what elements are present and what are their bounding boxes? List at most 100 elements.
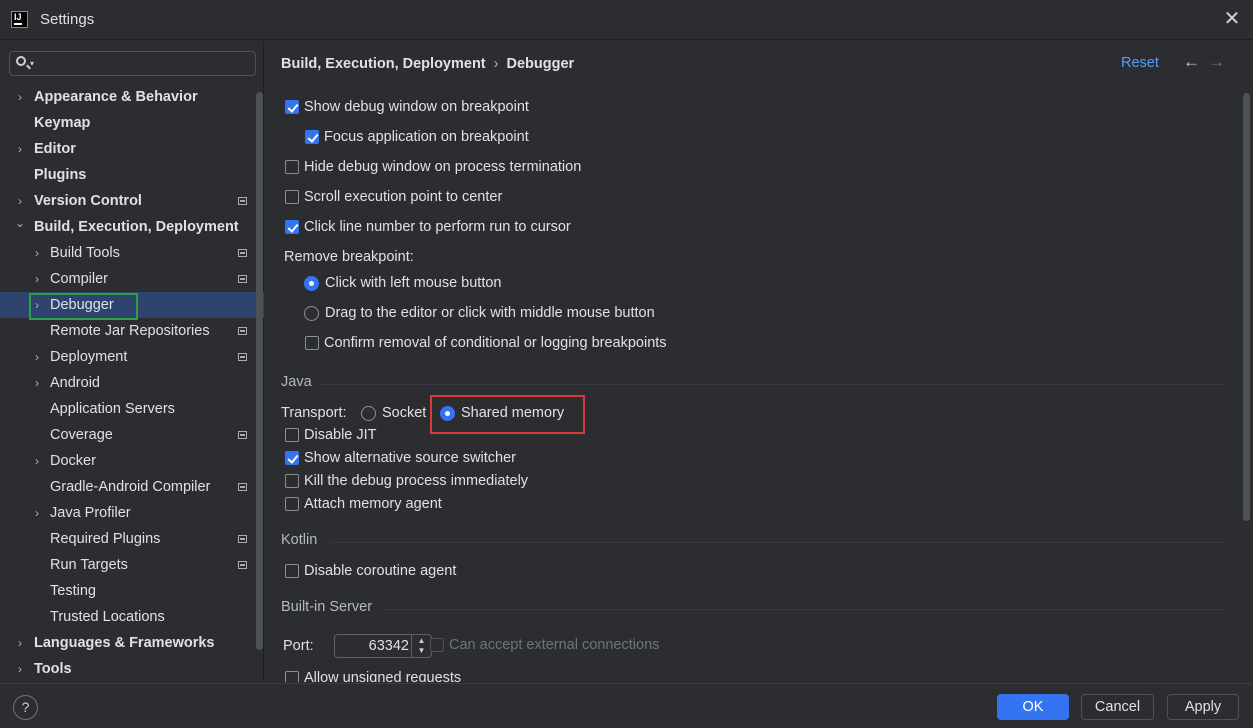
radio-unselected-icon[interactable] [304, 306, 319, 321]
checkbox-unchecked-icon[interactable] [285, 428, 299, 442]
section-divider [321, 384, 1223, 385]
sidebar-item-testing[interactable]: Testing [0, 578, 264, 604]
checkbox-unchecked-icon[interactable] [285, 160, 299, 174]
focus-application-label: Focus application on breakpoint [324, 129, 529, 145]
sidebar-item-java-profiler[interactable]: › Java Profiler [0, 500, 264, 526]
apply-button[interactable]: Apply [1167, 694, 1239, 720]
chevron-right-icon[interactable]: › [31, 344, 43, 370]
checkbox-unchecked-icon[interactable] [305, 336, 319, 350]
checkbox-checked-icon[interactable] [285, 100, 299, 114]
reset-link[interactable]: Reset [1121, 55, 1159, 71]
hide-debug-window-label: Hide debug window on process termination [304, 159, 582, 175]
project-level-icon [238, 275, 247, 283]
sidebar-item-android[interactable]: › Android [0, 370, 264, 396]
remove-breakpoint-text: Remove breakpoint: [284, 249, 414, 265]
sidebar-item-label: Appearance & Behavior [34, 89, 198, 105]
project-level-icon [238, 535, 247, 543]
sidebar-item-label: Build, Execution, Deployment [34, 219, 239, 235]
sidebar-item-application-servers[interactable]: Application Servers [0, 396, 264, 422]
sidebar-item-compiler[interactable]: › Compiler [0, 266, 264, 292]
sidebar-item-label: Version Control [34, 193, 142, 209]
sidebar-item-label: Build Tools [50, 245, 120, 261]
sidebar-item-label: Docker [50, 453, 96, 469]
checkbox-unchecked-icon[interactable] [285, 474, 299, 488]
search-input[interactable]: ▾ [9, 51, 256, 76]
chevron-right-icon[interactable]: › [31, 240, 43, 266]
radio-selected-icon[interactable] [304, 276, 319, 291]
chevron-right-icon[interactable]: › [31, 370, 43, 396]
sidebar-item-label: Deployment [50, 349, 128, 365]
chevron-right-icon[interactable]: › [31, 500, 43, 526]
click-line-number-label: Click line number to perform run to curs… [304, 219, 571, 235]
radio-unselected-icon[interactable] [361, 406, 376, 421]
section-divider [331, 542, 1223, 543]
sidebar-item-keymap[interactable]: Keymap [0, 110, 264, 136]
cancel-button[interactable]: Cancel [1081, 694, 1154, 720]
project-level-icon [238, 431, 247, 439]
remove-breakpoint-label: Remove breakpoint: [284, 246, 414, 268]
sidebar-item-coverage[interactable]: Coverage [0, 422, 264, 448]
sidebar-item-label: Gradle-Android Compiler [50, 479, 211, 495]
checkbox-unchecked-icon[interactable] [285, 564, 299, 578]
shared-memory-highlight [430, 395, 585, 434]
chevron-right-icon[interactable]: › [31, 266, 43, 292]
checkbox-checked-icon[interactable] [305, 130, 319, 144]
help-icon[interactable]: ? [13, 695, 38, 720]
sidebar-item-label: Languages & Frameworks [34, 635, 215, 651]
sidebar-scrollbar[interactable] [256, 92, 263, 650]
attach-memory-label: Attach memory agent [304, 496, 442, 512]
sidebar-item-required-plugins[interactable]: Required Plugins [0, 526, 264, 552]
settings-scroll-area: Show debug window on breakpoint Focus ap… [265, 91, 1253, 682]
checkbox-unchecked-icon[interactable] [285, 497, 299, 511]
dialog-footer: ? OK Cancel Apply [0, 683, 1253, 728]
port-input[interactable]: 63342 ▲ ▼ [334, 634, 432, 658]
breadcrumb: Build, Execution, Deployment › Debugger [281, 56, 574, 72]
chevron-right-icon[interactable]: › [14, 630, 26, 656]
chevron-right-icon[interactable]: › [14, 656, 26, 682]
settings-tree: › Appearance & Behavior Keymap › Editor Plugi… [0, 84, 264, 682]
sidebar-item-tools[interactable]: › Tools [0, 656, 264, 682]
chevron-right-icon[interactable]: › [31, 448, 43, 474]
sidebar-item-plugins[interactable]: Plugins [0, 162, 264, 188]
sidebar-item-gradle-android-compiler[interactable]: Gradle-Android Compiler [0, 474, 264, 500]
content-scrollbar[interactable] [1243, 93, 1250, 521]
close-icon[interactable]: ✕ [1221, 8, 1243, 30]
checkbox-checked-icon[interactable] [285, 451, 299, 465]
sidebar-item-appearance-behavior[interactable]: › Appearance & Behavior [0, 84, 264, 110]
port-value[interactable]: 63342 [335, 635, 409, 657]
sidebar-item-label: Application Servers [50, 401, 175, 417]
checkbox-checked-icon[interactable] [285, 220, 299, 234]
sidebar-item-remote-jar-repositories[interactable]: Remote Jar Repositories [0, 318, 264, 344]
forward-arrow-icon[interactable]: → [1208, 52, 1225, 72]
settings-sidebar: ▾ › Appearance & Behavior Keymap › Editor Plu… [0, 41, 264, 682]
sidebar-item-version-control[interactable]: › Version Control [0, 188, 264, 214]
project-level-icon [238, 561, 247, 569]
sidebar-item-label: Required Plugins [50, 531, 161, 547]
sidebar-item-editor[interactable]: › Editor [0, 136, 264, 162]
kotlin-section-title: Kotlin [281, 532, 318, 548]
checkbox-unchecked-icon[interactable] [285, 671, 299, 682]
port-spinner-icon[interactable]: ▲ ▼ [411, 635, 431, 657]
search-icon [16, 56, 26, 66]
chevron-right-icon[interactable]: › [14, 136, 26, 162]
ok-button[interactable]: OK [997, 694, 1069, 720]
sidebar-item-label: Remote Jar Repositories [50, 323, 210, 339]
sidebar-item-build-execution-deployment[interactable]: ⌄ Build, Execution, Deployment [0, 214, 264, 240]
chevron-down-icon[interactable]: ⌄ [14, 210, 26, 236]
java-section-title: Java [281, 374, 312, 390]
checkbox-disabled-icon[interactable] [430, 638, 444, 652]
sidebar-item-label: Trusted Locations [50, 609, 165, 625]
sidebar-item-build-tools[interactable]: › Build Tools [0, 240, 264, 266]
sidebar-item-run-targets[interactable]: Run Targets [0, 552, 264, 578]
sidebar-item-debugger[interactable]: › Debugger [0, 292, 264, 320]
sidebar-item-languages-frameworks[interactable]: › Languages & Frameworks [0, 630, 264, 656]
chevron-down-icon[interactable]: ▾ [30, 59, 34, 68]
chevron-right-icon[interactable]: › [14, 84, 26, 110]
sidebar-item-docker[interactable]: › Docker [0, 448, 264, 474]
sidebar-item-label: Android [50, 375, 100, 391]
breadcrumb-parent[interactable]: Build, Execution, Deployment [281, 56, 486, 72]
sidebar-item-deployment[interactable]: › Deployment [0, 344, 264, 370]
sidebar-item-trusted-locations[interactable]: Trusted Locations [0, 604, 264, 630]
checkbox-unchecked-icon[interactable] [285, 190, 299, 204]
back-arrow-icon[interactable]: ← [1183, 52, 1200, 72]
